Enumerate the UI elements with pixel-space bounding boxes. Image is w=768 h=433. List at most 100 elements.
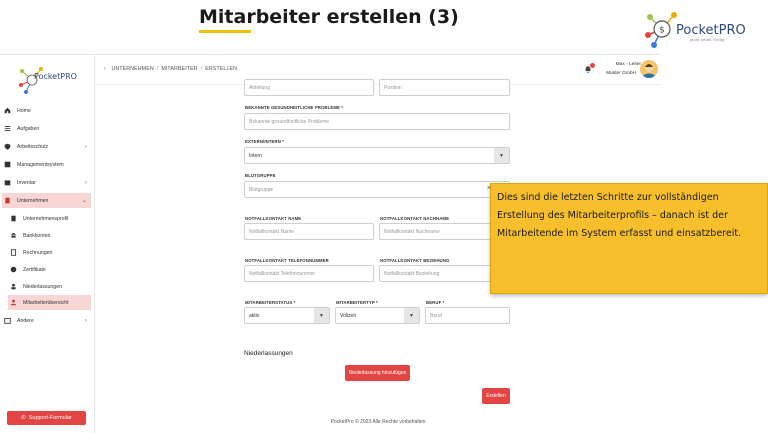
badge-icon [10, 266, 17, 273]
support-form-button[interactable]: ✆ Support-Formular [7, 411, 86, 425]
user-name: Max - Leiter [615, 62, 641, 67]
svg-text:$: $ [659, 26, 665, 36]
sidebar-subitem-bankkonten[interactable]: Bankkonten [8, 228, 91, 243]
sidebar-item-label: Bankkonten [23, 232, 51, 239]
breadcrumb-item: ERSTELLEN [205, 66, 238, 72]
emergency-relation-label: NOTFALLKONTAKT BEZIEHUNG [380, 258, 450, 263]
employee-status-label: MITARBEITERSTATUS * [245, 300, 296, 305]
emergency-phone-field[interactable]: Notfallkontakt Telefonnummer [244, 265, 374, 282]
placeholder: Position [384, 84, 402, 91]
sidebar-item-label: Andere [17, 317, 34, 324]
document-icon [11, 215, 16, 222]
avatar[interactable] [640, 60, 658, 78]
health-problems-field[interactable]: Bekannte gesundheitliche Probleme [244, 113, 510, 130]
list-icon [4, 125, 11, 132]
placeholder: Blutgruppe [249, 186, 274, 193]
sidebar-item-home[interactable]: Home [2, 103, 91, 118]
sidebar-item-managementsystem[interactable]: Managementsystem [2, 157, 91, 172]
sidebar-item-label: Home [17, 107, 31, 114]
chevron-down-icon[interactable]: ▼ [494, 148, 509, 163]
placeholder: Abteilung [249, 84, 270, 91]
emergency-phone-label: NOTFALLKONTAKT TELEFONNUMMER [245, 258, 329, 263]
job-field[interactable]: Beruf [425, 307, 510, 324]
home-icon [4, 107, 11, 114]
emergency-name-field[interactable]: Notfallkontakt Name [244, 223, 374, 240]
top-bar: › UNTERNEHMEN / MITARBEITER / ERSTELLEN Max … [96, 55, 660, 85]
sidebar-subitem-niederlassungen[interactable]: Niederlassungen [8, 279, 91, 294]
footer-copyright: PocketPro © 2023 Alle Rechte vorbehalten [330, 419, 426, 425]
chevron-right-icon: › [104, 66, 106, 72]
placeholder: Bekannte gesundheitliche Probleme [249, 118, 330, 125]
department-field[interactable]: Abteilung [244, 79, 374, 96]
users-icon [10, 299, 17, 306]
placeholder: Notfallkontakt Name [249, 228, 295, 235]
user-company: Muster GmbH [606, 71, 636, 76]
sidebar-item-label: Zertifikate [23, 266, 46, 273]
sidebar-logo-text: PocketPRO [34, 72, 77, 81]
blood-group-label: BLUTGRUPPE [245, 173, 276, 178]
sidebar: PocketPRO Home Aufgaben Arbeitsschutz › … [0, 55, 95, 433]
employee-type-label: MITARBEITERTYP * [336, 300, 378, 305]
sidebar-item-inventar[interactable]: Inventar › [2, 175, 91, 190]
chevron-right-icon: › [85, 317, 87, 324]
select-value: aktiv [249, 312, 260, 319]
building-icon [5, 197, 10, 204]
sidebar-item-label: Unternehmen [17, 197, 49, 204]
notification-badge [590, 63, 595, 68]
invoice-icon [10, 249, 17, 256]
sidebar-item-label: Rechnungen [23, 249, 53, 256]
position-field[interactable]: Position [379, 79, 510, 96]
emergency-name-label: NOTFALLKONTAKT NAME [245, 216, 302, 221]
sidebar-item-label: Arbeitsschutz [17, 143, 49, 150]
user-avatar-icon [642, 64, 656, 78]
shield-icon [4, 143, 11, 150]
sidebar-item-label: Niederlassungen [23, 283, 62, 290]
placeholder: Beruf [430, 312, 442, 319]
chevron-down-icon[interactable]: ▼ [404, 308, 419, 323]
branches-section-title: Niederlassungen [244, 350, 293, 357]
chevron-down-icon: ⌄ [81, 198, 87, 204]
brand-name: PocketPRO [676, 23, 746, 38]
sidebar-item-label: Unternehmensprofil [23, 215, 69, 222]
breadcrumb: › UNTERNEHMEN / MITARBEITER / ERSTELLEN [104, 66, 238, 72]
sidebar-subitem-unternehmensprofil[interactable]: Unternehmensprofil [8, 211, 91, 226]
sidebar-item-andere[interactable]: Andere › [2, 313, 91, 328]
brand-tagline: profit. smart. Erfolg [690, 37, 724, 42]
phone-icon: ✆ [21, 415, 26, 421]
extern-intern-label: EXTERN/INTERN * [245, 139, 284, 144]
select-value: Intern [249, 152, 262, 159]
sidebar-item-arbeitsschutz[interactable]: Arbeitsschutz › [2, 139, 91, 154]
select-value: Vollzeit [340, 312, 356, 319]
employee-type-select[interactable]: Vollzeit ▼ [335, 307, 420, 324]
grid-icon [4, 161, 11, 168]
title-underline [199, 30, 251, 33]
sidebar-item-aufgaben[interactable]: Aufgaben [2, 121, 91, 136]
sidebar-subitem-rechnungen[interactable]: Rechnungen [8, 245, 91, 260]
add-branch-button[interactable]: Niederlassung hinzufügen [345, 365, 410, 381]
create-button[interactable]: Erstellen [482, 388, 510, 404]
emergency-lastname-label: NOTFALLKONTAKT NACHNAME [380, 216, 450, 221]
extern-intern-select[interactable]: Intern ▼ [244, 147, 510, 164]
breadcrumb-item[interactable]: UNTERNEHMEN [111, 66, 153, 72]
bank-icon [10, 232, 17, 238]
job-label: BERUF * [426, 300, 445, 305]
sidebar-item-label: Managementsystem [17, 161, 64, 168]
slide-title: Mitarbeiter erstellen (3) [199, 6, 459, 28]
box-icon [4, 180, 11, 186]
sidebar-subitem-zertifikate[interactable]: Zertifikate [8, 262, 91, 277]
breadcrumb-item[interactable]: MITARBEITER [161, 66, 197, 72]
chevron-right-icon: › [85, 179, 87, 186]
sidebar-item-unternehmen[interactable]: Unternehmen ⌄ [2, 193, 91, 208]
blood-group-field[interactable]: Blutgruppe × [244, 181, 510, 198]
sidebar-subitem-mitarbeiteruebersicht[interactable]: Mitarbeiterübersicht [8, 295, 91, 310]
placeholder: Notfallkontakt Nachname [384, 228, 440, 235]
sidebar-item-label: Inventar [17, 179, 36, 186]
folder-icon [4, 317, 11, 324]
chevron-down-icon[interactable]: ▼ [314, 308, 329, 323]
placeholder: Notfallkontakt Telefonnummer [249, 270, 316, 277]
chevron-right-icon: › [85, 143, 87, 150]
support-button-label: Support-Formular [28, 415, 72, 421]
tutorial-callout: Dies sind die letzten Schritte zur volls… [490, 183, 768, 294]
employee-status-select[interactable]: aktiv ▼ [244, 307, 330, 324]
branch-icon [11, 283, 16, 290]
